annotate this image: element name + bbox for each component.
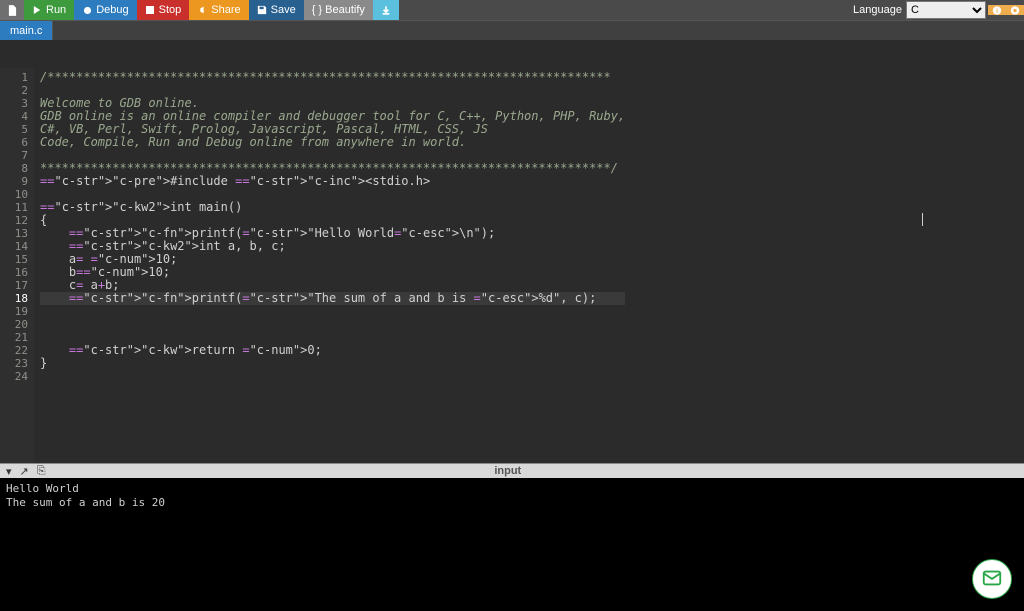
line-number: 15 [0,253,28,266]
share-label: Share [211,4,240,16]
copy-icon[interactable]: ⎘ [37,465,46,478]
line-number: 10 [0,188,28,201]
line-number: 7 [0,149,28,162]
tab-label: main.c [10,25,42,37]
line-number: 23 [0,357,28,370]
line-number: 6 [0,136,28,149]
info-icon: i [992,5,1002,15]
panel-label: input [52,465,964,477]
line-number: 24 [0,370,28,383]
chat-button[interactable] [972,559,1012,599]
tab-main-c[interactable]: main.c [0,21,53,40]
stop-label: Stop [159,4,182,16]
run-button[interactable]: Run [24,0,74,20]
settings-button[interactable] [1006,5,1024,15]
line-number: 8 [0,162,28,175]
text-cursor [922,213,923,226]
code-line[interactable]: b=="c-num">10; [40,266,625,279]
beautify-label: { } Beautify [312,4,365,16]
line-number: 22 [0,344,28,357]
expand-icon[interactable]: ↗ [20,465,29,478]
language-label: Language [849,4,906,16]
code-line[interactable]: Code, Compile, Run and Debug online from… [40,136,625,149]
run-label: Run [46,4,66,16]
editor-gutter: 123456789101112131415161718192021222324 [0,68,34,463]
code-line[interactable]: } [40,357,625,370]
line-number: 14 [0,240,28,253]
line-number: 12 [0,214,28,227]
download-icon [381,5,391,15]
output-panel[interactable]: Hello World The sum of a and b is 20 [0,478,1024,611]
gear-icon [1010,5,1020,15]
help-button[interactable]: i [988,5,1006,15]
panel-controlbar: ▾ ↗ ⎘ input [0,463,1024,478]
collapse-icon[interactable]: ▾ [6,465,12,478]
save-button[interactable]: Save [249,0,304,20]
line-number: 19 [0,305,28,318]
panel-controls: ▾ ↗ ⎘ [0,465,52,478]
line-number: 20 [0,318,28,331]
code-line[interactable]: =="c-str">"c-fn">printf(="c-str">"The su… [40,292,625,305]
svg-text:i: i [996,8,998,15]
line-number: 5 [0,123,28,136]
code-line[interactable]: =="c-str">"c-pre">#include =="c-str">"c-… [40,175,625,188]
tab-bar: main.c [0,20,1024,40]
editor-code-area[interactable]: /***************************************… [34,68,625,463]
play-icon [32,5,42,15]
code-line[interactable] [40,370,625,383]
toolbar-spacer [399,0,849,20]
line-number: 9 [0,175,28,188]
toolbar-left: Run Debug Stop Share Save { [0,0,399,20]
language-select[interactable]: C [906,1,986,19]
code-line[interactable] [40,305,625,318]
save-label: Save [271,4,296,16]
code-line[interactable]: =="c-str">"c-kw">return ="c-num">0; [40,344,625,357]
debug-label: Debug [96,4,128,16]
debug-icon [82,5,92,15]
debug-button[interactable]: Debug [74,0,136,20]
save-icon [257,5,267,15]
download-button[interactable] [373,0,399,20]
line-number: 1 [0,71,28,84]
line-number: 18 [0,292,28,305]
toolbar: Run Debug Stop Share Save { [0,0,1024,20]
line-number: 16 [0,266,28,279]
line-number: 11 [0,201,28,214]
toolbar-right: Language C i [849,0,1024,20]
code-line[interactable]: /***************************************… [40,71,625,84]
code-editor[interactable]: 123456789101112131415161718192021222324 … [0,40,1024,463]
line-number: 13 [0,227,28,240]
mail-icon [981,567,1003,592]
new-file-button[interactable] [0,0,24,20]
share-icon [197,5,207,15]
share-button[interactable]: Share [189,0,248,20]
stop-icon [145,5,155,15]
file-icon [8,5,17,15]
line-number: 3 [0,97,28,110]
code-line[interactable] [40,318,625,331]
beautify-button[interactable]: { } Beautify [304,0,373,20]
line-number: 4 [0,110,28,123]
code-line[interactable]: =="c-str">"c-kw2">int main() [40,201,625,214]
stop-button[interactable]: Stop [137,0,190,20]
line-number: 2 [0,84,28,97]
line-number: 21 [0,331,28,344]
line-number: 17 [0,279,28,292]
